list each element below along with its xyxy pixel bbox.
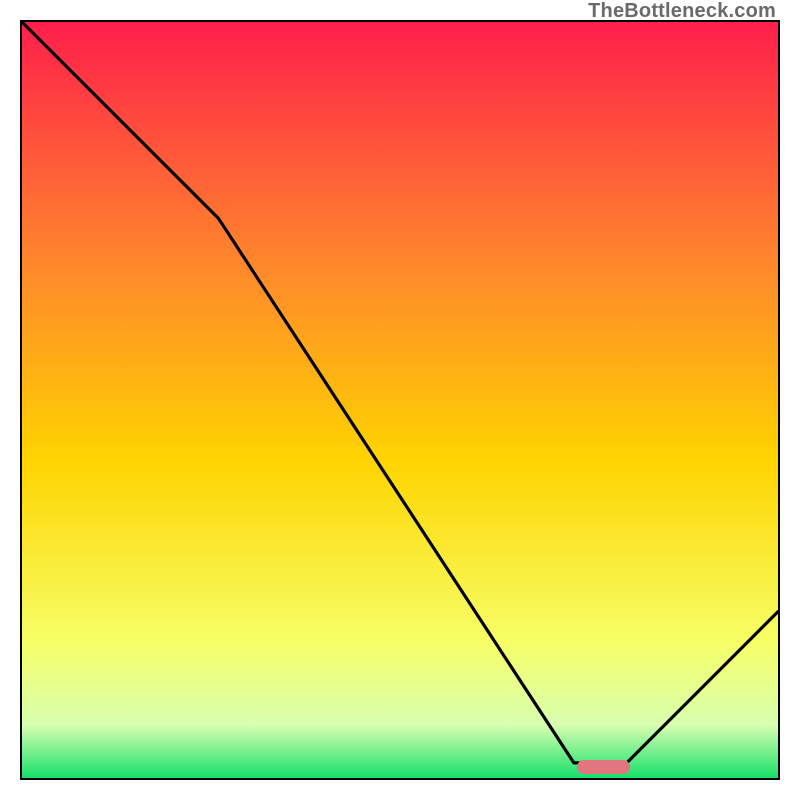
chart-frame: TheBottleneck.com bbox=[0, 0, 800, 800]
plot-area bbox=[20, 20, 780, 780]
chart-svg bbox=[22, 22, 778, 778]
optimal-range-marker bbox=[577, 760, 630, 774]
